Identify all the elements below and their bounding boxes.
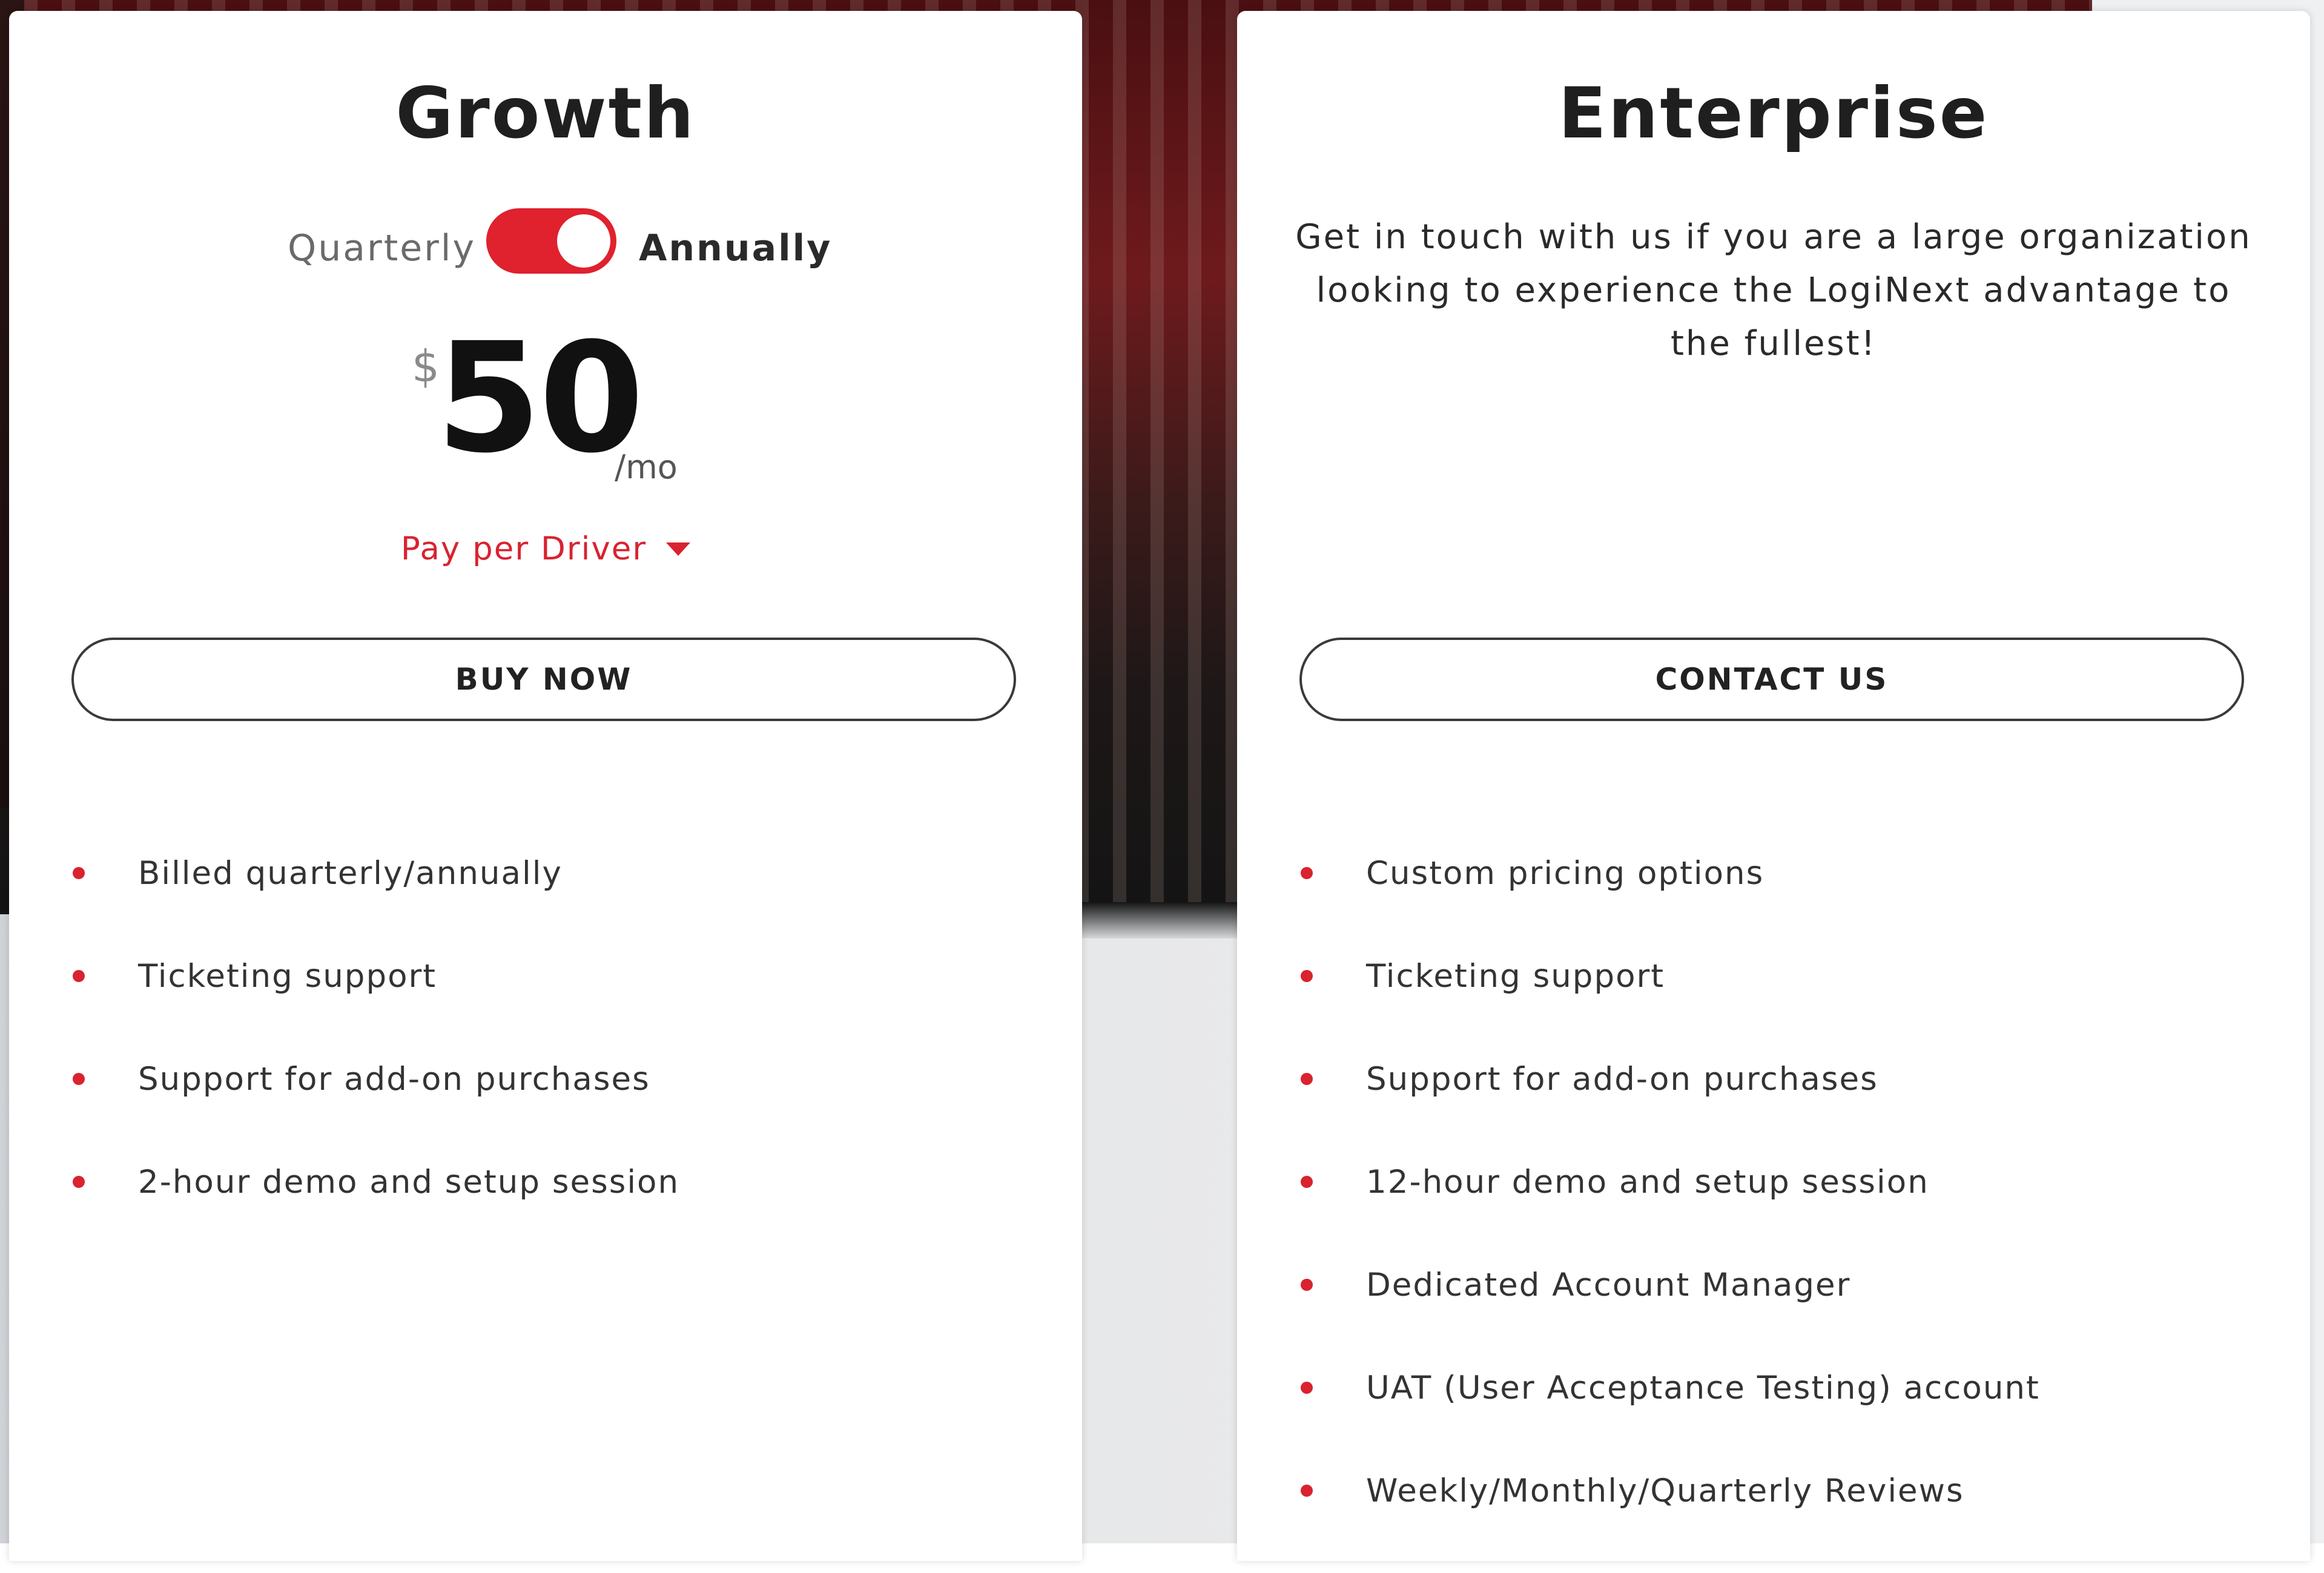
toggle-knob bbox=[557, 214, 610, 268]
feature-list: Billed quarterly/annually Ticketing supp… bbox=[9, 852, 1082, 1264]
bullet-icon bbox=[1301, 1073, 1313, 1085]
bullet-icon bbox=[73, 867, 85, 879]
list-item: Ticketing support bbox=[9, 955, 1082, 1058]
bullet-icon bbox=[1301, 1382, 1313, 1394]
plan-title: Growth bbox=[395, 73, 696, 154]
billing-toggle-row: Quarterly Annually bbox=[9, 208, 1082, 287]
feature-text: Custom pricing options bbox=[1366, 855, 1764, 892]
bullet-icon bbox=[1301, 1279, 1313, 1291]
billing-period-toggle[interactable] bbox=[486, 208, 616, 274]
feature-text: Dedicated Account Manager bbox=[1366, 1267, 1851, 1304]
feature-text: Support for add-on purchases bbox=[138, 1061, 650, 1098]
feature-list: Custom pricing options Ticketing support… bbox=[1237, 852, 2310, 1573]
price-unit: /mo bbox=[615, 448, 678, 486]
plan-description: Get in touch with us if you are a large … bbox=[1295, 217, 2252, 363]
feature-text: Ticketing support bbox=[138, 958, 437, 995]
bullet-icon bbox=[73, 1176, 85, 1188]
bullet-icon bbox=[73, 1073, 85, 1085]
bullet-icon bbox=[1301, 867, 1313, 879]
feature-text: 12-hour demo and setup session bbox=[1366, 1164, 1929, 1201]
feature-text: Ticketing support bbox=[1366, 958, 1665, 995]
caret-down-icon bbox=[666, 542, 691, 556]
list-item: Billed quarterly/annually bbox=[9, 852, 1082, 955]
bullet-icon bbox=[73, 970, 85, 982]
list-item: Weekly/Monthly/Quarterly Reviews bbox=[1237, 1470, 2310, 1573]
list-item: Ticketing support bbox=[1237, 955, 2310, 1058]
plan-title: Enterprise bbox=[1558, 73, 1989, 154]
enterprise-plan-card: Enterprise Get in touch with us if you a… bbox=[1237, 11, 2310, 1561]
feature-text: 2-hour demo and setup session bbox=[138, 1164, 680, 1201]
list-item: 12-hour demo and setup session bbox=[1237, 1161, 2310, 1264]
bullet-icon bbox=[1301, 1176, 1313, 1188]
list-item: 2-hour demo and setup session bbox=[9, 1161, 1082, 1264]
feature-text: Weekly/Monthly/Quarterly Reviews bbox=[1366, 1472, 1964, 1509]
buy-now-button[interactable]: BUY NOW bbox=[71, 638, 1016, 721]
feature-text: UAT (User Acceptance Testing) account bbox=[1366, 1370, 2040, 1406]
price-currency: $ bbox=[412, 341, 440, 392]
growth-plan-card: Growth Quarterly Annually $ 50 /mo Pay p… bbox=[9, 11, 1082, 1561]
feature-text: Billed quarterly/annually bbox=[138, 855, 563, 892]
list-item: Custom pricing options bbox=[1237, 852, 2310, 955]
toggle-label-annually[interactable]: Annually bbox=[639, 226, 832, 270]
list-item: Dedicated Account Manager bbox=[1237, 1264, 2310, 1367]
pricing-model-dropdown[interactable]: Pay per Driver bbox=[9, 530, 1082, 567]
contact-us-button[interactable]: CONTACT US bbox=[1299, 638, 2244, 721]
list-item: Support for add-on purchases bbox=[1237, 1058, 2310, 1161]
list-item: UAT (User Acceptance Testing) account bbox=[1237, 1367, 2310, 1470]
background-photo-fade bbox=[1081, 902, 1238, 938]
list-item: Support for add-on purchases bbox=[9, 1058, 1082, 1161]
feature-text: Support for add-on purchases bbox=[1366, 1061, 1878, 1098]
bullet-icon bbox=[1301, 1485, 1313, 1497]
bullet-icon bbox=[1301, 970, 1313, 982]
price-amount: 50 bbox=[436, 310, 644, 486]
toggle-label-quarterly[interactable]: Quarterly bbox=[288, 226, 476, 270]
pricing-model-label: Pay per Driver bbox=[400, 530, 647, 567]
